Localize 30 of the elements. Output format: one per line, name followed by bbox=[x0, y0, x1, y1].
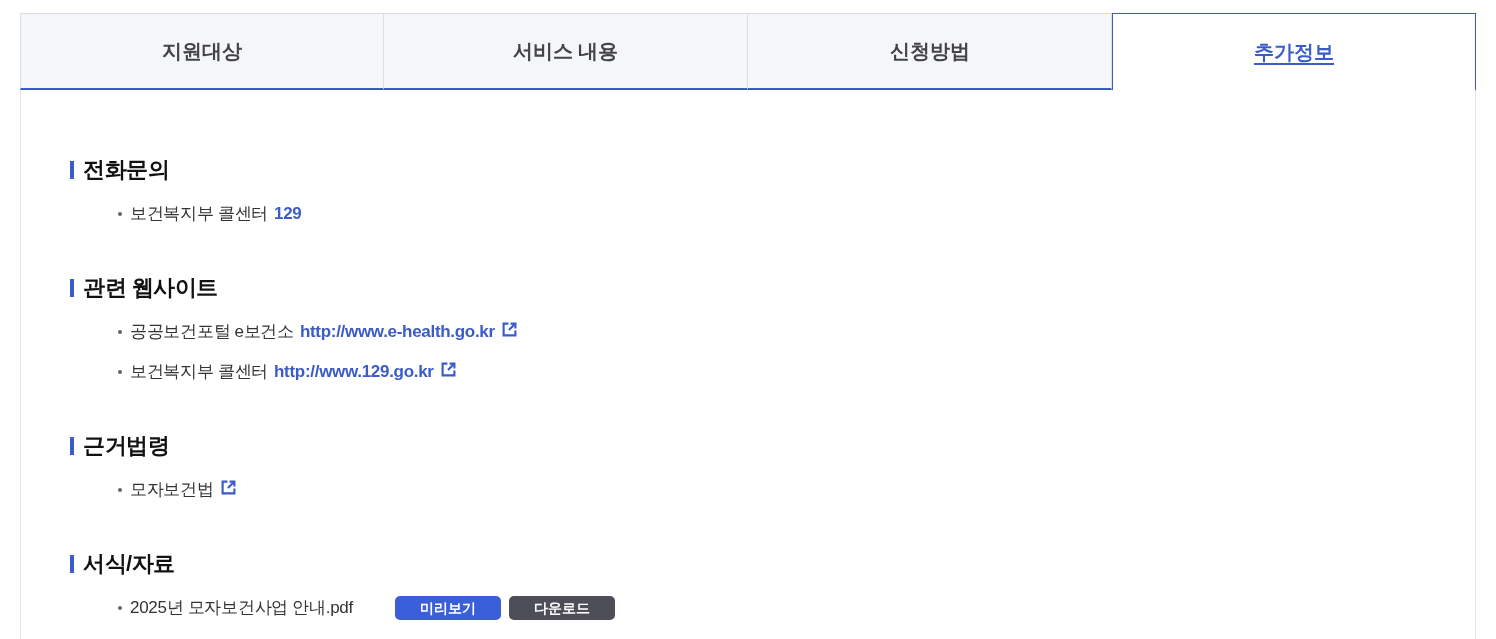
download-button[interactable]: 다운로드 bbox=[508, 596, 615, 620]
tab[interactable]: 신청방법 bbox=[748, 13, 1112, 90]
tab[interactable]: 지원대상 bbox=[20, 13, 384, 90]
item-text: 2025년 모자보건사업 안내.pdf bbox=[130, 597, 353, 620]
link[interactable]: 129 bbox=[274, 201, 302, 227]
bullet-icon bbox=[118, 488, 122, 492]
section-heading: 전화문의 bbox=[83, 156, 169, 184]
tab[interactable]: 서비스 내용 bbox=[384, 13, 748, 90]
external-link-icon[interactable] bbox=[220, 479, 236, 495]
section-heading: 서식/자료 bbox=[83, 550, 175, 578]
bullet-icon bbox=[118, 606, 122, 610]
item-text: 보건복지부 콜센터 bbox=[130, 203, 269, 226]
external-link-icon[interactable] bbox=[440, 361, 456, 377]
tab[interactable]: 추가정보 bbox=[1112, 13, 1476, 90]
preview-button[interactable]: 미리보기 bbox=[394, 596, 501, 620]
heading-bar-icon bbox=[70, 161, 74, 179]
heading-bar-icon bbox=[70, 437, 74, 455]
heading-bar-icon bbox=[70, 555, 74, 573]
heading-bar-icon bbox=[70, 279, 74, 297]
bullet-icon bbox=[118, 330, 122, 334]
section-heading: 근거법령 bbox=[83, 432, 169, 460]
bullet-icon bbox=[118, 370, 122, 374]
item-text: 공공보건포털 e보건소 bbox=[130, 321, 294, 344]
item-text: 보건복지부 콜센터 bbox=[130, 361, 269, 384]
item-text: 모자보건법 bbox=[130, 479, 214, 502]
section-heading: 관련 웹사이트 bbox=[83, 274, 218, 302]
link[interactable]: http://www.129.go.kr bbox=[274, 359, 434, 385]
bullet-icon bbox=[118, 212, 122, 216]
link[interactable]: http://www.e-health.go.kr bbox=[299, 319, 495, 345]
external-link-icon[interactable] bbox=[501, 321, 517, 337]
